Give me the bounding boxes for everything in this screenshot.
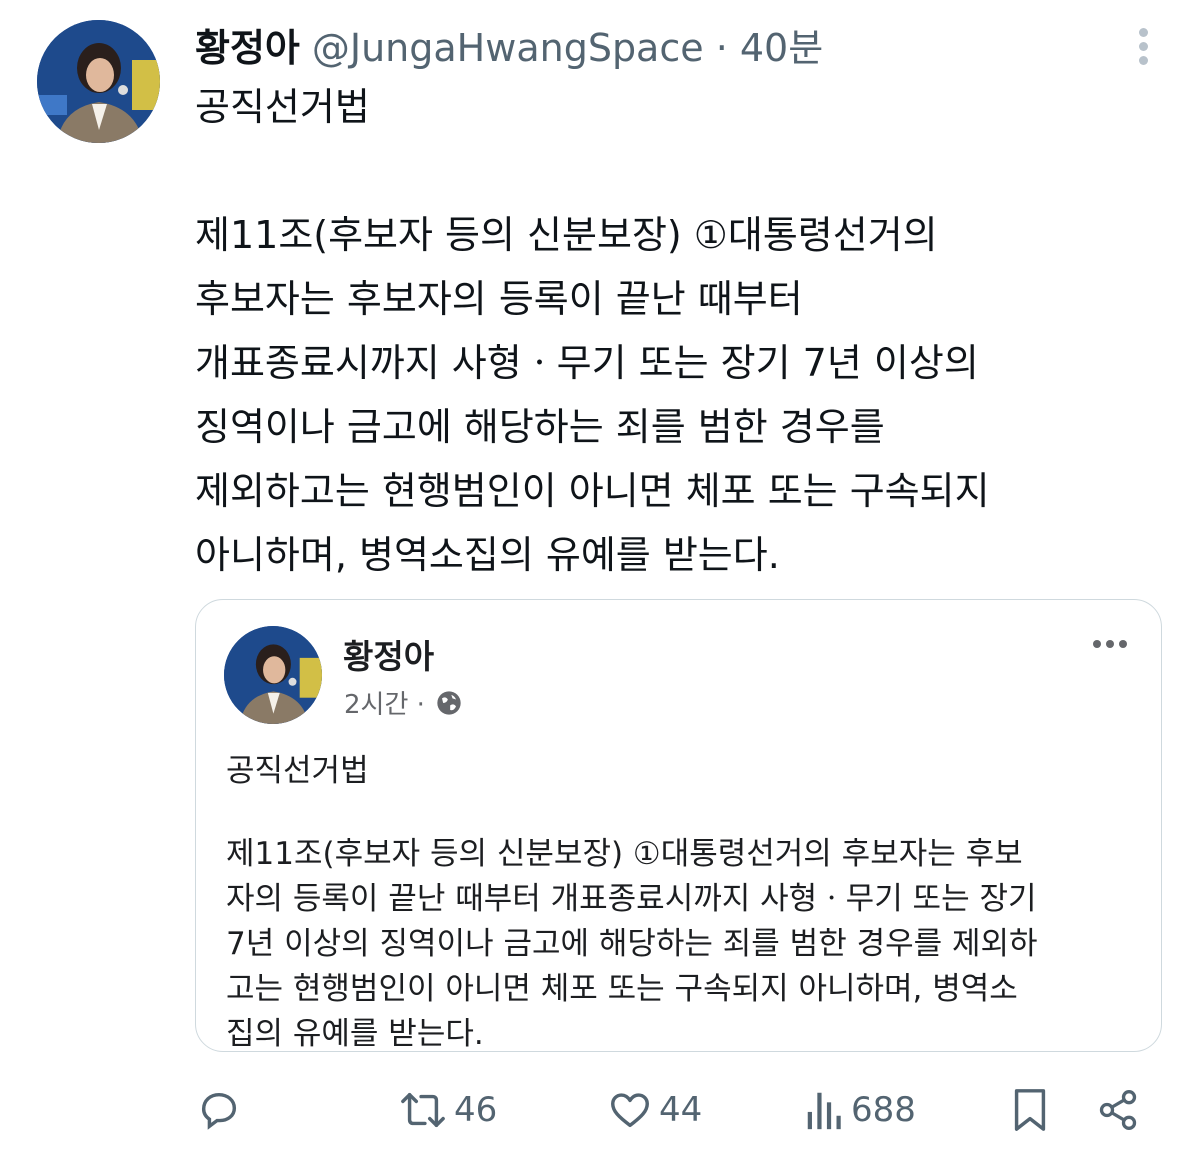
retweet-count: 46 [454,1090,498,1130]
quoted-title: 공직선거법 [226,753,369,789]
like-count: 44 [659,1090,703,1130]
quoted-text: 제11조(후보자 등의 신분보장) ①대통령선거의 후보자는 후보 자의 등록이… [226,836,1038,1052]
views-count: 688 [851,1090,916,1130]
views-button[interactable]: 688 [805,1080,916,1140]
retweet-button[interactable]: 46 [398,1080,497,1140]
quoted-more-icon[interactable] [1093,640,1127,648]
bookmark-icon [1014,1089,1046,1131]
quoted-post-card[interactable]: 황정아 2시간 · 공직선거법 제11조(후보자 등의 신분보장) ①대통령선거… [195,599,1162,1052]
retweet-icon [401,1092,445,1128]
action-bar: 46 44 688 [0,1080,1200,1140]
author-name[interactable]: 황정아 [195,17,300,72]
heart-icon [611,1093,649,1128]
author-avatar[interactable] [37,20,160,143]
globe-icon [437,690,461,715]
tweet-header: 황정아 @JungaHwangSpace · 40분 [195,16,823,72]
bookmark-button[interactable] [1010,1080,1050,1140]
quoted-time: 2시간 · [344,690,425,720]
author-handle-and-time[interactable]: @JungaHwangSpace · 40분 [312,17,823,72]
reply-button[interactable] [196,1080,242,1140]
quoted-meta: 2시간 · [344,684,463,721]
quoted-author-avatar [224,626,322,724]
more-options-icon[interactable] [1136,28,1150,68]
share-icon [1099,1090,1137,1130]
reply-icon [201,1092,237,1130]
quoted-author-name: 황정아 [343,637,435,676]
like-button[interactable]: 44 [607,1080,702,1140]
views-icon [807,1092,841,1130]
tweet-text: 공직선거법 제11조(후보자 등의 신분보장) ①대통령선거의 후보자는 후보자… [195,85,990,577]
share-button[interactable] [1096,1080,1140,1140]
